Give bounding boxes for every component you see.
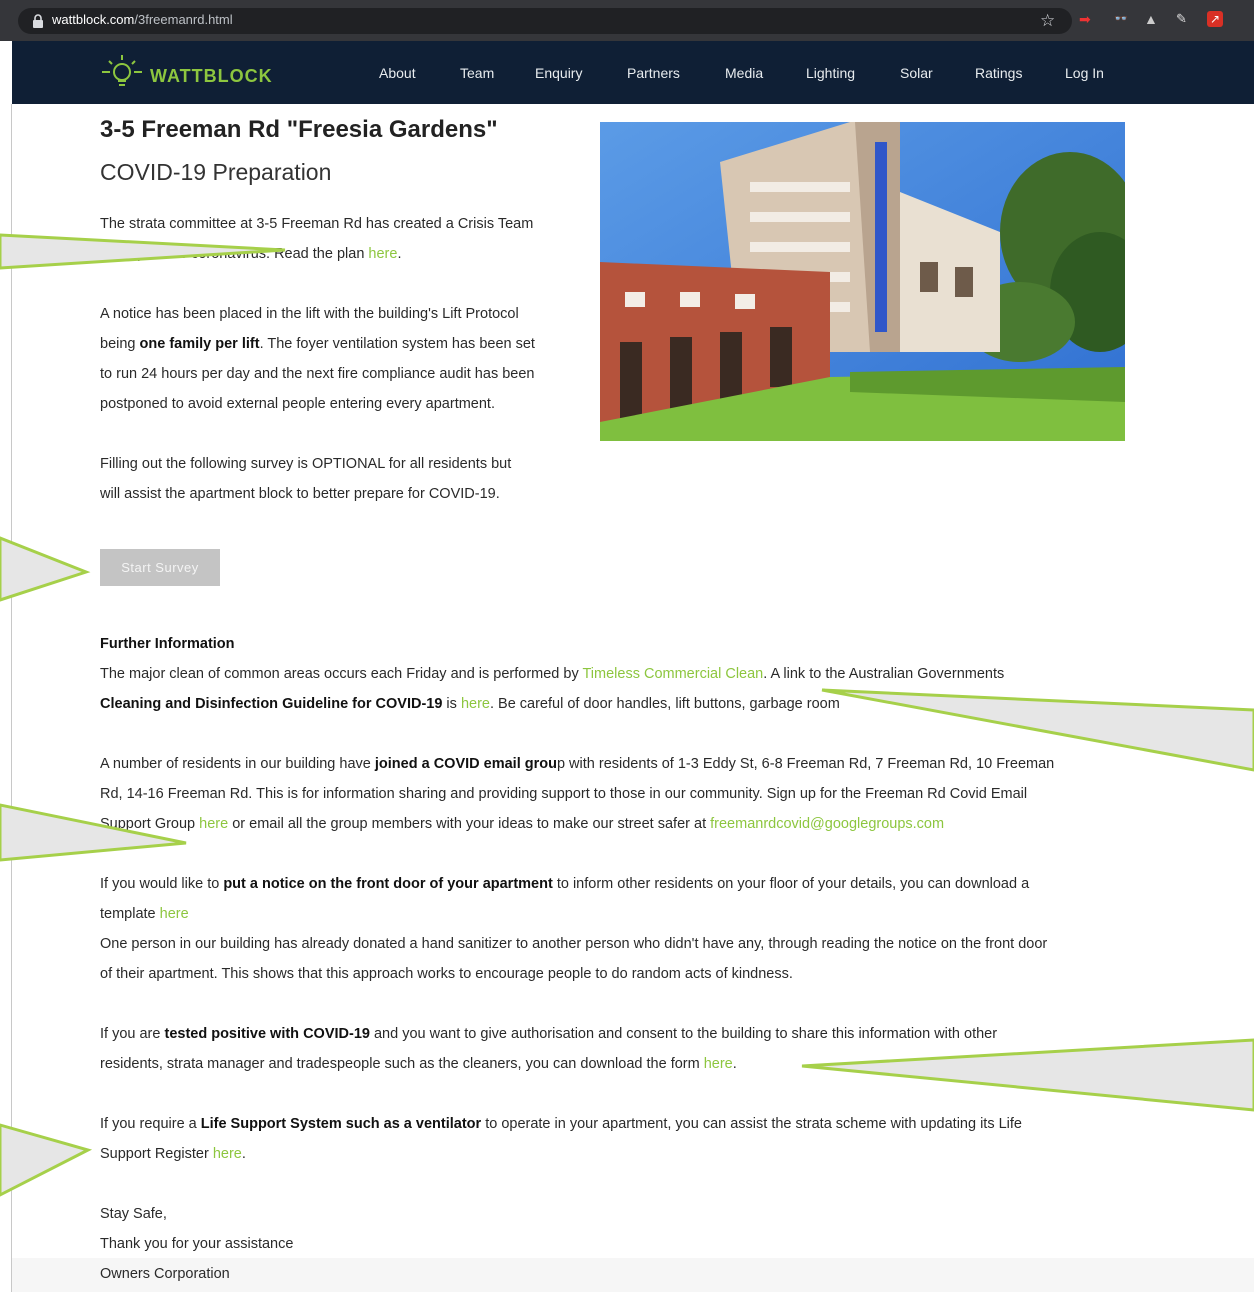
nav-team[interactable]: Team [460,65,494,81]
url-domain: wattblock.com [52,12,135,27]
page-subtitle: COVID-19 Preparation [100,159,332,185]
positive-line-b-end: . [732,1056,737,1072]
positive-line-a-pre: If you are [100,1026,165,1042]
life-line-b-end: . [241,1146,246,1162]
page-left-border [11,104,12,1292]
door-notice-paragraph: If you would like to put a notice on the… [100,869,1140,989]
extension-icon-red-arrow[interactable]: ➡ [1079,11,1095,27]
callout-pointer-survey [0,536,91,602]
email-group-bold: joined a COVID email grou [374,756,557,772]
callout-pointer-life-support [0,1123,93,1197]
crisis-team-paragraph: The strata committee at 3-5 Freeman Rd h… [100,209,580,269]
email-line-c-mid: or email all the group members with your… [228,816,711,832]
email-line-a-pre: A number of residents in our building ha… [100,756,375,772]
guideline-link[interactable]: here [461,696,490,712]
email-line-b: Rd, 14-16 Freeman Rd. This is for inform… [100,786,1028,802]
positive-line-b-pre: residents, strata manager and tradespeop… [100,1056,704,1072]
email-group-paragraph: A number of residents in our building ha… [100,749,1140,839]
signoff-line-3: Owners Corporation [100,1266,230,1282]
start-survey-button[interactable]: Start Survey [100,549,220,586]
notice-line-c: One person in our building has already d… [100,936,1048,952]
survey-line-b: will assist the apartment block to bette… [100,486,500,502]
clean-line-pre: The major clean of common areas occurs e… [100,666,583,682]
signoff-line-1: Stay Safe, [100,1206,167,1222]
lift-line-d: postponed to avoid external people enter… [100,396,495,412]
nav-lighting[interactable]: Lighting [806,65,855,81]
signoff-line-2: Thank you for your assistance [100,1236,294,1252]
lift-protocol-paragraph: A notice has been placed in the lift wit… [100,299,580,419]
positive-bold: tested positive with COVID-19 [164,1026,370,1042]
positive-test-paragraph: If you are tested positive with COVID-19… [100,1019,1140,1079]
extension-icon-mask[interactable]: 👓 [1114,11,1130,27]
guideline-post: . Be careful of door handles, lift butto… [489,696,840,712]
signoff: Stay Safe, Thank you for your assistance… [100,1199,500,1289]
url-path: /3freemanrd.html [134,12,233,27]
logo-text[interactable]: WATTBLOCK [150,66,273,87]
survey-line-a: Filling out the following survey is OPTI… [100,456,512,472]
nav-enquiry[interactable]: Enquiry [535,65,582,81]
life-line-a-post: to operate in your apartment, you can as… [481,1116,1022,1132]
survey-info-paragraph: Filling out the following survey is OPTI… [100,449,580,509]
guideline-mid: is [442,696,461,712]
building-photo [600,122,1125,441]
lift-line-c: to run 24 hours per day and the next fir… [100,366,535,382]
page-title: 3-5 Freeman Rd "Freesia Gardens" [100,116,498,143]
life-line-b-pre: Support Register [100,1146,213,1162]
email-line-a-post: p with residents of 1-3 Eddy St, 6-8 Fre… [556,756,1055,772]
consent-form-link[interactable]: here [704,1056,733,1072]
extension-icon-drive[interactable]: ▲ [1144,11,1160,27]
extension-icon-pen[interactable]: ✎ [1176,11,1192,27]
notice-line-a-post: to inform other residents on your floor … [552,876,1030,892]
extension-icon-red-box[interactable]: ↗ [1207,11,1223,27]
timeless-commercial-clean-link[interactable]: Timeless Commercial Clean [582,666,763,682]
lift-line-a: A notice has been placed in the lift wit… [100,306,519,322]
nav-login[interactable]: Log In [1065,65,1104,81]
further-information-heading: Further Information [100,636,235,652]
guideline-bold: Cleaning and Disinfection Guideline for … [100,696,443,712]
crisis-team-line1: The strata committee at 3-5 Freeman Rd h… [100,216,534,232]
notice-line-a-pre: If you would like to [100,876,224,892]
lock-icon [33,14,43,28]
support-group-link[interactable]: here [199,816,228,832]
life-line-a-pre: If you require a [100,1116,201,1132]
crisis-team-end: . [397,246,402,262]
notice-line-b-pre: template [100,906,160,922]
life-support-register-link[interactable]: here [213,1146,242,1162]
lift-line-b-post: . The foyer ventilation system has been … [259,336,535,352]
nav-ratings[interactable]: Ratings [975,65,1022,81]
group-email-link[interactable]: freemanrdcovid@googlegroups.com [710,816,944,832]
lightbulb-logo-icon[interactable] [98,50,146,98]
url-text[interactable]: wattblock.com/3freemanrd.html [52,12,233,27]
email-line-c-pre: Support Group [100,816,200,832]
lift-bold: one family per lift [139,336,260,352]
nav-about[interactable]: About [379,65,416,81]
browser-toolbar: wattblock.com/3freemanrd.html ☆ ➡ 👓 ▲ ✎ … [0,0,1254,41]
bookmark-star-icon[interactable]: ☆ [1040,11,1055,31]
life-support-paragraph: If you require a Life Support System suc… [100,1109,1140,1169]
further-information-section: Further Information The major clean of c… [100,629,1130,719]
crisis-team-line2: to prepare for coronavirus. Read the pla… [100,246,369,262]
nav-media[interactable]: Media [725,65,763,81]
notice-template-link[interactable]: here [160,906,189,922]
lift-line-b-pre: being [100,336,140,352]
crisis-plan-link[interactable]: here [368,246,397,262]
clean-line-post: . A link to the Australian Governments [763,666,1005,682]
nav-partners[interactable]: Partners [627,65,680,81]
nav-solar[interactable]: Solar [900,65,933,81]
positive-line-a-post: and you want to give authorisation and c… [369,1026,998,1042]
notice-bold: put a notice on the front door of your a… [223,876,553,892]
notice-line-d: of their apartment. This shows that this… [100,966,793,982]
life-support-bold: Life Support System such as a ventilator [200,1116,482,1132]
